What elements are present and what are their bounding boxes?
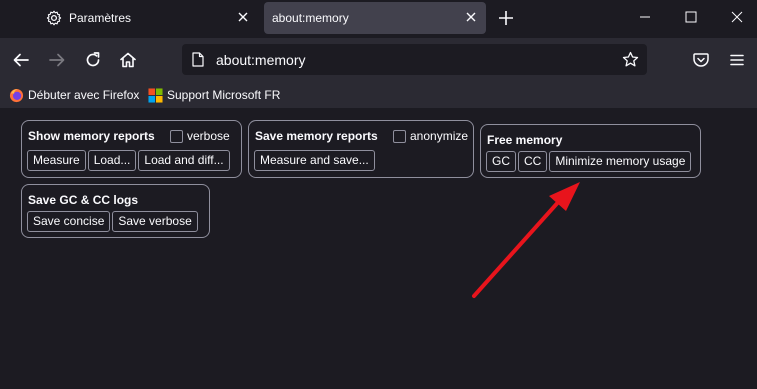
save-verbose-button[interactable]: Save verbose bbox=[112, 211, 198, 232]
back-arrow-icon[interactable] bbox=[11, 50, 31, 70]
tab-strip: Paramètres about:memory bbox=[0, 0, 757, 38]
bookmark-label: Support Microsoft FR bbox=[167, 88, 281, 102]
section-title: Save GC & CC logs bbox=[28, 193, 139, 207]
checkbox-label: verbose bbox=[187, 129, 230, 143]
button-row: GC CC Minimize memory usage bbox=[486, 151, 692, 172]
forward-arrow-icon[interactable] bbox=[47, 50, 67, 70]
checkbox-box[interactable] bbox=[170, 129, 183, 143]
bookmark-label: Débuter avec Firefox bbox=[28, 88, 140, 102]
verbose-checkbox[interactable]: verbose bbox=[170, 129, 230, 143]
minimize-memory-usage-button[interactable]: Minimize memory usage bbox=[549, 151, 692, 172]
section-title: Save memory reports bbox=[255, 129, 378, 143]
maximize-window-icon[interactable] bbox=[683, 9, 699, 25]
checkbox-label: anonymize bbox=[410, 129, 469, 143]
bookmarks-toolbar: Débuter avec Firefox Support Microsoft F… bbox=[0, 82, 757, 108]
cc-button[interactable]: CC bbox=[518, 151, 548, 172]
button-row: Save concise Save verbose bbox=[27, 211, 198, 232]
section-title: Free memory bbox=[487, 133, 563, 147]
tab-title: about:memory bbox=[272, 11, 349, 25]
tab-about-memory[interactable]: about:memory bbox=[264, 2, 486, 34]
save-memory-reports-section: Save memory reports anonymize Measure an… bbox=[248, 120, 474, 178]
button-row: Measure and save... bbox=[254, 150, 375, 171]
close-tab-icon[interactable] bbox=[236, 10, 250, 24]
load-and-diff-button[interactable]: Load and diff... bbox=[138, 150, 230, 171]
anonymize-checkbox[interactable]: anonymize bbox=[393, 129, 468, 143]
load-button[interactable]: Load... bbox=[87, 150, 137, 171]
tab-parametres[interactable]: Paramètres bbox=[33, 0, 258, 36]
close-window-icon[interactable] bbox=[729, 9, 745, 25]
url-bar[interactable]: about:memory bbox=[182, 44, 647, 75]
microsoft-icon bbox=[148, 87, 163, 103]
about-memory-page: Show memory reports verbose Measure Load… bbox=[0, 108, 757, 389]
bookmark-star-icon[interactable] bbox=[622, 51, 639, 68]
measure-and-save-button[interactable]: Measure and save... bbox=[254, 150, 375, 171]
section-title: Show memory reports bbox=[28, 129, 155, 143]
firefox-icon bbox=[9, 88, 24, 102]
save-concise-button[interactable]: Save concise bbox=[27, 211, 111, 232]
gc-button[interactable]: GC bbox=[486, 151, 516, 172]
bookmark-support-microsoft[interactable]: Support Microsoft FR bbox=[148, 86, 280, 104]
tab-title: Paramètres bbox=[69, 11, 132, 25]
bookmark-debuter-firefox[interactable]: Débuter avec Firefox bbox=[9, 86, 139, 104]
page-icon bbox=[192, 52, 204, 67]
home-icon[interactable] bbox=[118, 50, 138, 70]
button-row: Measure Load... Load and diff... bbox=[27, 150, 230, 171]
gear-icon bbox=[46, 10, 62, 26]
checkbox-box[interactable] bbox=[393, 129, 406, 143]
save-gc-cc-logs-section: Save GC & CC logs Save concise Save verb… bbox=[21, 184, 210, 238]
new-tab-icon[interactable] bbox=[497, 9, 515, 27]
show-memory-reports-section: Show memory reports verbose Measure Load… bbox=[21, 120, 242, 178]
url-text[interactable]: about:memory bbox=[216, 52, 305, 68]
minimize-window-icon[interactable] bbox=[637, 9, 653, 25]
free-memory-section: Free memory GC CC Minimize memory usage bbox=[480, 124, 701, 178]
measure-button[interactable]: Measure bbox=[27, 150, 86, 171]
close-tab-icon[interactable] bbox=[464, 10, 478, 24]
menu-icon[interactable] bbox=[727, 50, 747, 70]
pocket-icon[interactable] bbox=[691, 50, 711, 70]
reload-icon[interactable] bbox=[83, 50, 103, 70]
